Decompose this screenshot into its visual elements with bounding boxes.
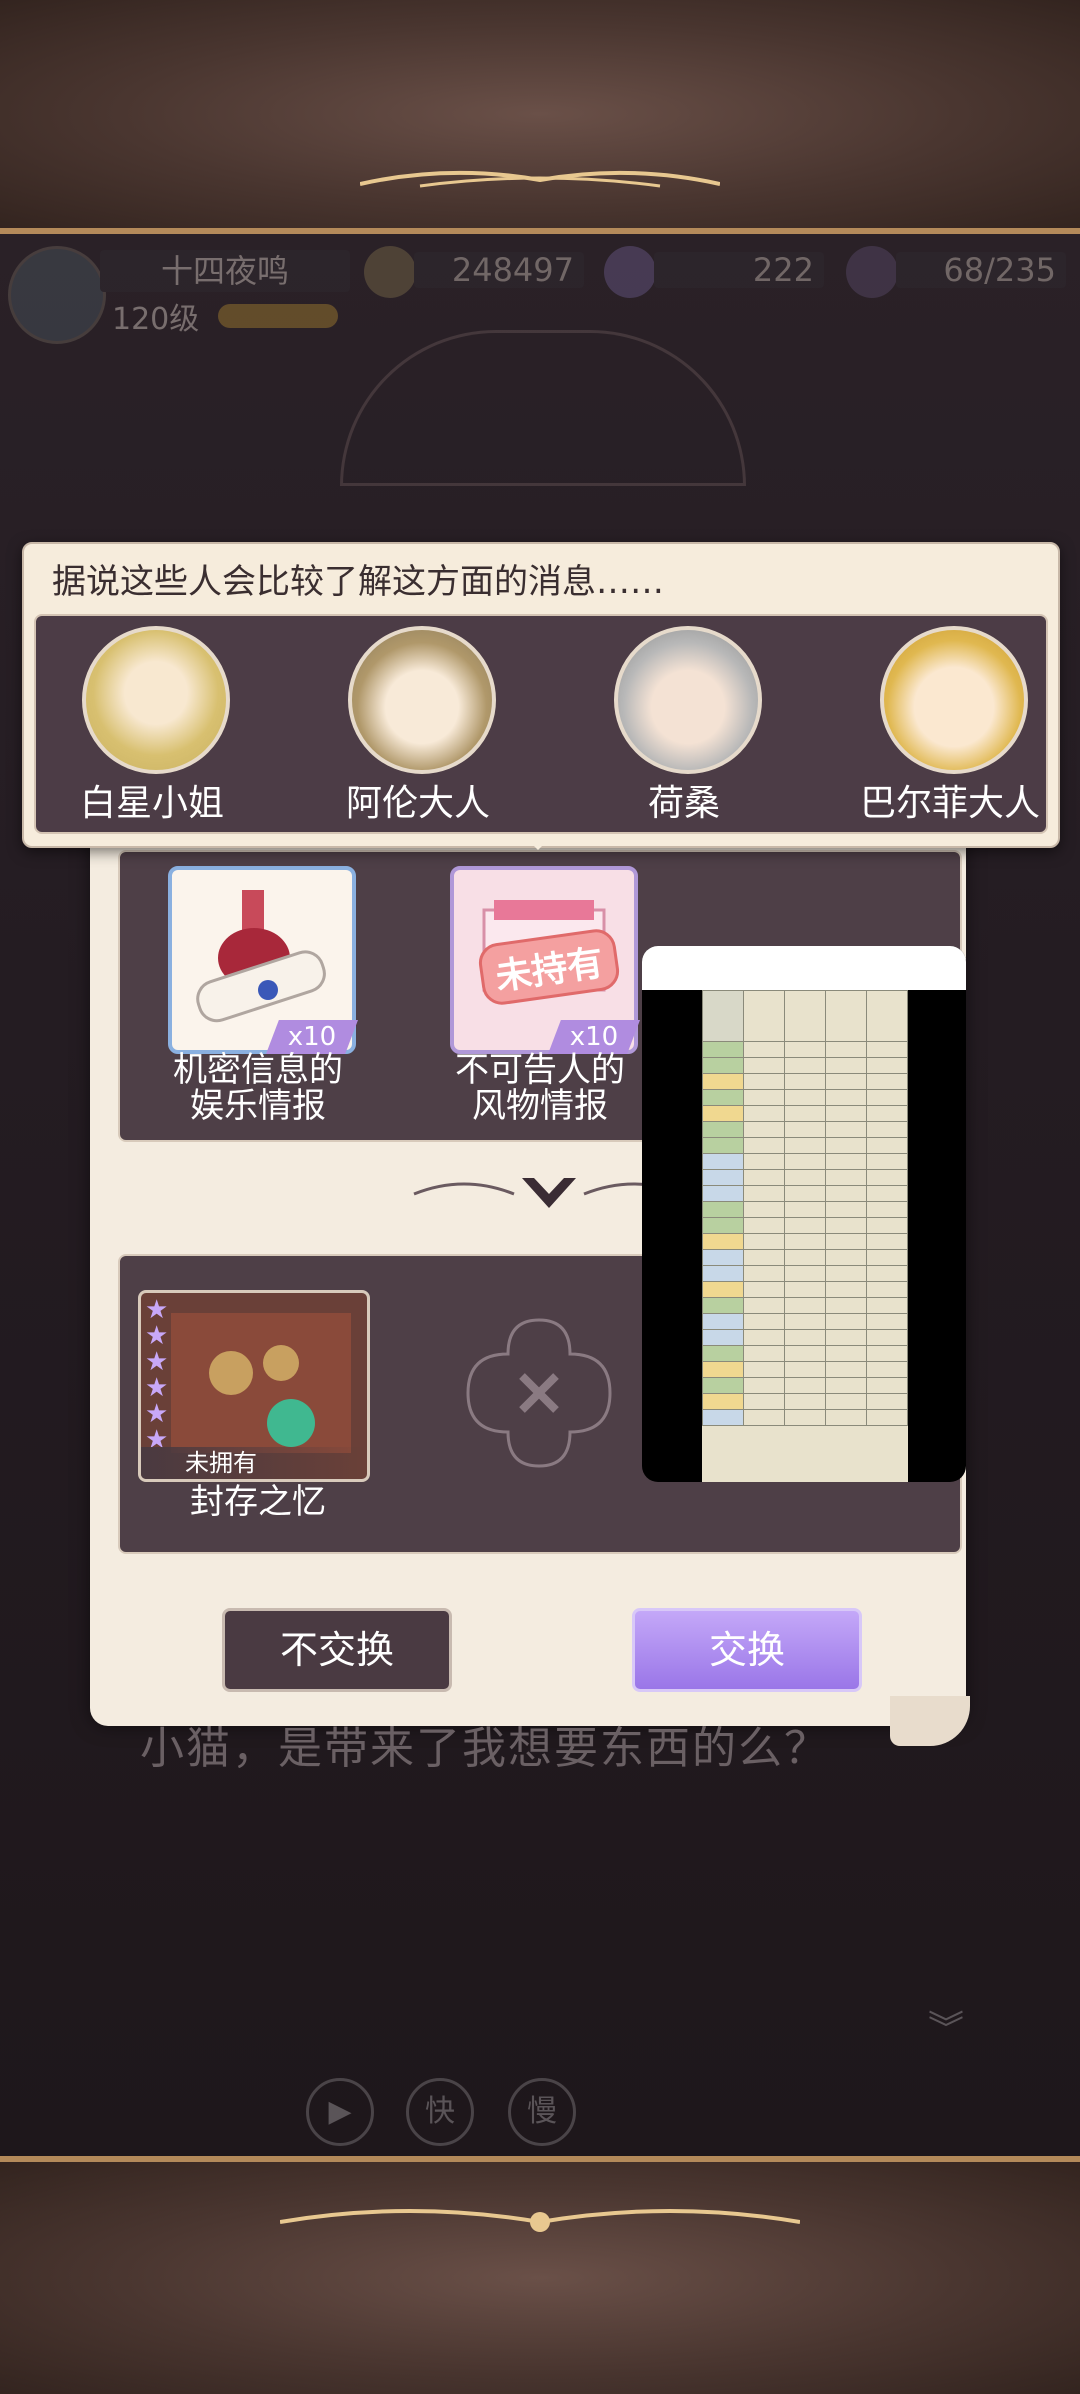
portrait-icon <box>348 626 496 774</box>
empty-slot-placeholder-icon <box>466 1318 612 1468</box>
cost-item-customs-intel[interactable]: 未持有 x10 <box>450 866 640 1054</box>
bottom-flourish-icon <box>280 2209 800 2232</box>
tooltip-title: 据说这些人会比较了解这方面的消息…… <box>52 562 664 602</box>
result-item-label: 封存之忆 <box>190 1482 326 1522</box>
top-flourish-icon <box>360 170 720 188</box>
item-label: 机密信息的 娱乐情报 <box>173 1050 343 1126</box>
not-owned-tag: 未拥有 <box>141 1447 367 1479</box>
cost-item-entertainment-intel[interactable]: x10 <box>168 866 358 1054</box>
decline-button[interactable]: 不交换 <box>222 1608 452 1692</box>
gold-coin-icon <box>364 246 416 298</box>
top-ornament-band <box>0 0 1080 234</box>
info-tooltip: 据说这些人会比较了解这方面的消息…… 白星小姐 阿伦大人 荷桑 巴尔菲大人 <box>22 542 1060 848</box>
result-item-sealed-memory[interactable]: ★ ★ ★ ★ ★ ★ 未拥有 <box>138 1290 370 1482</box>
stamina-icon <box>846 246 898 298</box>
portrait-icon <box>614 626 762 774</box>
floating-screenshot-thumbnail[interactable] <box>642 946 966 1482</box>
item-quantity: x10 <box>548 1020 640 1054</box>
item-quantity: x10 <box>266 1020 358 1054</box>
stamina-amount: 68/235 <box>896 252 1066 288</box>
player-name: 十四夜鸣 <box>100 250 350 292</box>
tooltip-people-list: 白星小姐 阿伦大人 荷桑 巴尔菲大人 <box>34 614 1048 834</box>
bottom-ornament-band <box>0 2156 1080 2394</box>
player-avatar[interactable] <box>8 246 106 344</box>
player-level: 120级 <box>112 302 200 337</box>
player-hud: 十四夜鸣 120级 248497 222 68/235 <box>0 246 1080 356</box>
dialogue-text: 小猫，是带来了我想要东西的么？ <box>140 1723 830 1774</box>
tooltip-pointer <box>524 836 552 850</box>
portrait-icon <box>82 626 230 774</box>
chevron-down-icon[interactable]: ︾ <box>928 2000 964 2052</box>
rarity-stars: ★ ★ ★ ★ ★ ★ <box>145 1295 169 1455</box>
diamond-amount: 222 <box>654 252 824 288</box>
vip-badge <box>218 304 338 328</box>
slow-button[interactable]: 慢 <box>508 2078 576 2146</box>
thumbnail-header <box>642 946 966 990</box>
exchange-button[interactable]: 交换 <box>632 1608 862 1692</box>
diamond-icon <box>604 246 656 298</box>
item-label: 不可告人的 风物情报 <box>455 1050 625 1126</box>
spreadsheet-image <box>702 990 908 1482</box>
portrait-icon <box>880 626 1028 774</box>
fast-button[interactable]: 快 <box>406 2078 474 2146</box>
gold-amount: 248497 <box>414 252 584 288</box>
auto-play-button[interactable]: ▶ <box>306 2078 374 2146</box>
